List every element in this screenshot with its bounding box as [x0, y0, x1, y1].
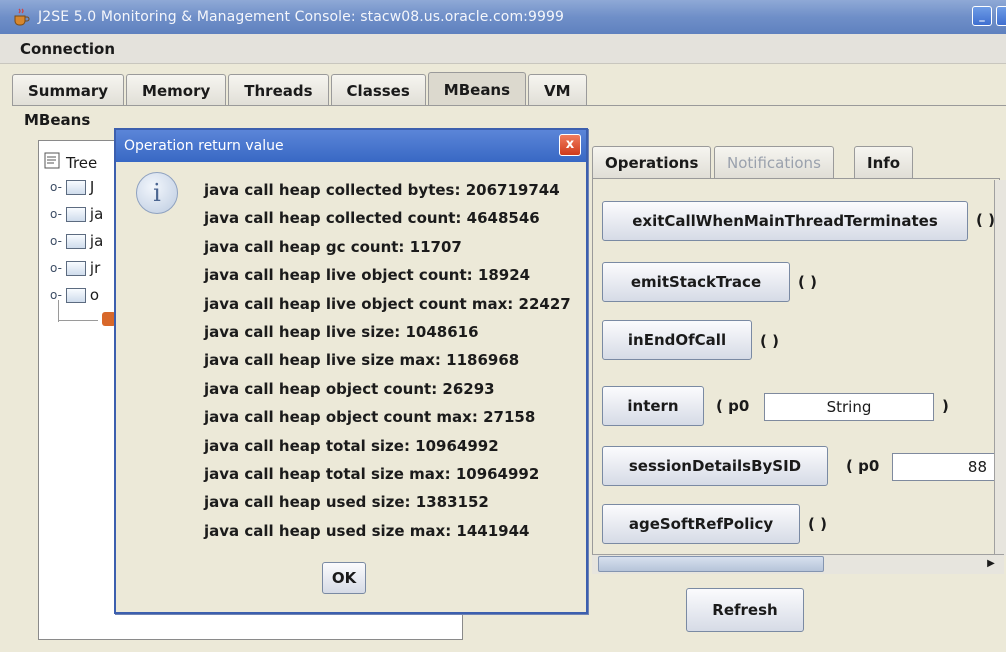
operation-button[interactable]: ageSoftRefPolicy [602, 504, 800, 544]
dialog-title: Operation return value [116, 130, 586, 162]
result-line: java call heap live size max: 1186968 [204, 351, 520, 370]
result-line: java call heap collected bytes: 20671974… [204, 181, 560, 199]
expand-handle-icon[interactable]: o- [50, 261, 62, 275]
tree-root-label: Tree [66, 154, 98, 172]
maximize-icon[interactable] [996, 6, 1006, 26]
result-line: java call heap total size: 10964992 [204, 436, 499, 455]
refresh-button[interactable]: Refresh [686, 588, 804, 632]
operation-button[interactable]: emitStackTrace [602, 262, 790, 302]
tree-root[interactable]: Tree [44, 152, 97, 174]
tree-root-icon [44, 152, 62, 174]
operation-button[interactable]: intern [602, 386, 704, 426]
param-input[interactable]: String [764, 393, 934, 421]
java-cup-icon [10, 6, 32, 28]
minimize-icon[interactable]: _ [972, 6, 992, 26]
window-titlebar: J2SE 5.0 Monitoring & Management Console… [0, 0, 1006, 34]
mbeans-section-label: MBeans [24, 111, 91, 129]
result-line: java call heap live object count: 18924 [204, 266, 531, 285]
operation-param-label: ( p0 [846, 457, 880, 475]
param-input[interactable]: 88 [892, 453, 996, 481]
folder-icon [65, 206, 86, 222]
tab-memory[interactable]: Memory [126, 74, 227, 106]
tree-node-label: jr [89, 259, 101, 277]
operation-params: ( ) [808, 515, 827, 533]
expand-handle-icon[interactable]: o- [50, 207, 62, 221]
expand-handle-icon[interactable]: o- [50, 180, 62, 194]
dialog-message: java call heap collected bytes: 20671974… [204, 176, 571, 545]
result-line: java call heap used size: 1383152 [204, 493, 489, 512]
result-line: java call heap live object count max: 22… [204, 294, 571, 313]
tab-threads[interactable]: Threads [228, 74, 329, 106]
tab-info[interactable]: Info [854, 146, 914, 178]
menu-bar: Connection [0, 34, 1006, 64]
tree-node-label: J [89, 178, 95, 196]
tree-node[interactable]: o- J [50, 178, 94, 196]
operation-param-close: ) [942, 397, 949, 415]
window-title: J2SE 5.0 Monitoring & Management Console… [38, 9, 565, 25]
result-line: java call heap object count max: 27158 [204, 408, 536, 427]
folder-icon [65, 260, 86, 276]
operation-button[interactable]: inEndOfCall [602, 320, 752, 360]
tree-node[interactable]: o- jr [50, 259, 100, 277]
operation-params: ( ) [798, 273, 817, 291]
operation-button[interactable]: exitCallWhenMainThreadTerminates [602, 201, 968, 241]
tree-node[interactable]: o- ja [50, 232, 103, 250]
result-line: java call heap live size: 1048616 [204, 323, 479, 342]
vertical-scrollbar[interactable] [994, 180, 1006, 556]
result-line: java call heap used size max: 1441944 [204, 521, 530, 540]
result-line: java call heap total size max: 10964992 [204, 465, 540, 484]
folder-icon [65, 233, 86, 249]
tree-node-label: ja [89, 205, 104, 223]
tab-summary[interactable]: Summary [12, 74, 125, 106]
tab-operations[interactable]: Operations [592, 146, 712, 178]
result-line: java call heap object count: 26293 [204, 379, 495, 398]
menu-connection[interactable]: Connection [20, 40, 115, 58]
tab-classes[interactable]: Classes [330, 74, 426, 106]
operation-button[interactable]: sessionDetailsBySID [602, 446, 828, 486]
close-icon[interactable]: x [559, 134, 581, 156]
info-icon: i [136, 172, 178, 214]
horizontal-scroll-thumb[interactable] [598, 556, 824, 572]
tree-node-label: o [89, 286, 100, 304]
main-tab-strip: Summary Memory Threads Classes MBeans VM [12, 72, 589, 106]
tab-vm[interactable]: VM [528, 74, 587, 106]
tab-mbeans[interactable]: MBeans [427, 72, 527, 106]
result-line: java call heap gc count: 11707 [204, 237, 462, 256]
tree-node-label: ja [89, 232, 104, 250]
folder-icon [65, 287, 86, 303]
operation-param-label: ( p0 [716, 397, 750, 415]
folder-icon [65, 179, 86, 195]
result-line: java call heap collected count: 4648546 [204, 209, 540, 228]
tree-connector [58, 320, 98, 321]
tree-connector [58, 300, 59, 322]
operation-params: ( ) [976, 211, 995, 229]
expand-handle-icon[interactable]: o- [50, 234, 62, 248]
operation-params: ( ) [760, 332, 779, 350]
collapse-handle-icon[interactable]: o- [50, 288, 62, 302]
tab-notifications: Notifications [714, 146, 834, 178]
tab-divider [12, 105, 1006, 106]
tree-node[interactable]: o- ja [50, 205, 103, 223]
ok-button[interactable]: OK [322, 562, 366, 594]
scroll-right-arrow-icon[interactable]: ▶ [982, 557, 1000, 571]
